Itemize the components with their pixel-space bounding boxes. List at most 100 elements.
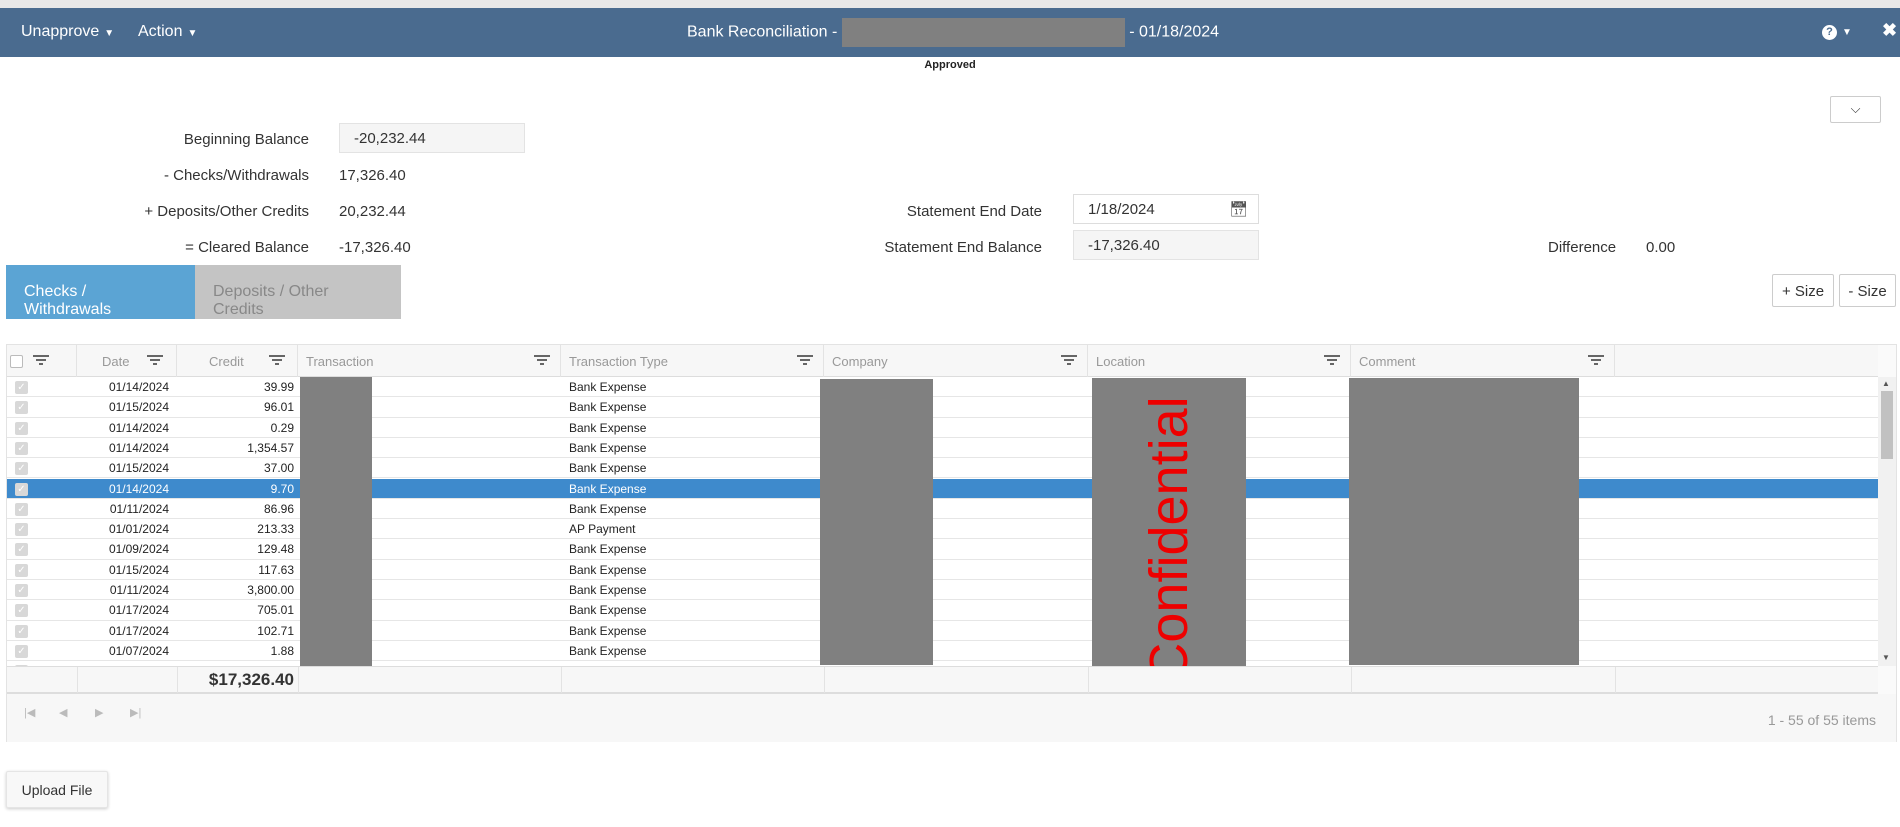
- calendar-icon[interactable]: 📅︎: [1229, 200, 1248, 218]
- transaction-type-cell: Bank Expense: [569, 542, 647, 557]
- filter-icon[interactable]: [797, 355, 813, 367]
- table-row[interactable]: ✓ 01/14/2024 0.29 Bank Expense: [7, 418, 1878, 438]
- table-row[interactable]: ✓ 01/17/2024 705.01 Bank Expense: [7, 600, 1878, 621]
- column-header-transaction[interactable]: Transaction: [298, 345, 561, 377]
- credit-cell: 705.01: [257, 603, 294, 618]
- column-header-comment[interactable]: Comment: [1351, 345, 1615, 377]
- browser-strip: [0, 0, 1900, 8]
- caret-down-icon: ▼: [104, 28, 115, 39]
- vertical-scrollbar[interactable]: ▲ ▼: [1878, 377, 1896, 666]
- date-cell: 01/07/2024: [108, 643, 169, 658]
- credit-cell: 129.48: [257, 542, 294, 557]
- table-row[interactable]: ✓ 01/14/2024 1,354.57 Bank Expense: [7, 438, 1878, 459]
- unapprove-menu[interactable]: Unapprove ▼: [21, 23, 114, 41]
- transaction-type-cell: Bank Expense: [569, 481, 647, 496]
- row-checkbox[interactable]: ✓: [15, 462, 28, 476]
- row-checkbox[interactable]: ✓: [15, 624, 28, 638]
- column-label: Company: [832, 354, 888, 369]
- redacted-company: [820, 379, 933, 665]
- expand-toggle-button[interactable]: ⌵: [1830, 96, 1881, 123]
- select-all-checkbox[interactable]: [10, 355, 23, 368]
- row-checkbox[interactable]: ✓: [15, 381, 28, 394]
- table-row[interactable]: ✓ 01/07/2024 1.88 Bank Expense: [7, 641, 1878, 662]
- scrollbar-thumb[interactable]: [1881, 391, 1893, 459]
- filter-icon[interactable]: [269, 355, 285, 367]
- column-label: Credit: [209, 354, 244, 369]
- filter-icon[interactable]: [1061, 355, 1077, 367]
- credit-cell: 39.99: [263, 380, 294, 394]
- action-menu[interactable]: Action ▼: [138, 23, 197, 41]
- column-header-company[interactable]: Company: [824, 345, 1088, 377]
- credit-cell: 102.71: [257, 623, 294, 638]
- transaction-type-cell: AP Payment: [569, 522, 636, 537]
- row-checkbox[interactable]: ✓: [15, 482, 28, 496]
- row-checkbox[interactable]: ✓: [15, 441, 28, 455]
- table-row[interactable]: ✓ 01/11/2024 86.96 Bank Expense: [7, 499, 1878, 520]
- row-checkbox[interactable]: ✓: [15, 543, 28, 557]
- close-icon[interactable]: ✖: [1882, 20, 1897, 41]
- tab-deposits-credits[interactable]: Deposits / Other Credits: [195, 265, 401, 319]
- filter-icon[interactable]: [1588, 355, 1604, 367]
- caret-down-icon: ▼: [1842, 27, 1852, 38]
- row-checkbox[interactable]: ✓: [15, 604, 28, 618]
- filter-icon[interactable]: [147, 355, 163, 367]
- table-row[interactable]: ✓ 01/11/2024 3,800.00 Bank Expense: [7, 580, 1878, 601]
- column-header-transaction-type[interactable]: Transaction Type: [561, 345, 824, 377]
- decrease-size-button[interactable]: - Size: [1839, 274, 1896, 307]
- statement-end-date-field[interactable]: 1/18/2024 📅︎: [1073, 194, 1259, 224]
- filter-icon[interactable]: [534, 355, 550, 367]
- date-cell: 01/11/2024: [109, 501, 169, 516]
- row-checkbox[interactable]: ✓: [15, 584, 28, 597]
- cleared-balance-label: = Cleared Balance: [185, 239, 309, 256]
- row-checkbox[interactable]: ✓: [15, 502, 28, 516]
- date-cell: 01/11/2024: [109, 583, 169, 597]
- table-row[interactable]: ✓ 01/15/2024 96.01 Bank Expense: [7, 397, 1878, 418]
- row-checkbox[interactable]: ✓: [15, 523, 28, 537]
- table-row[interactable]: ✓ 01/17/2024 102.71 Bank Expense: [7, 621, 1878, 641]
- table-row[interactable]: ✓ 01/15/2024 37.00 Bank Expense: [7, 458, 1878, 479]
- table-row[interactable]: ✓ 01/15/2024 117.63 Bank Expense: [7, 560, 1878, 580]
- increase-size-button[interactable]: + Size: [1772, 274, 1834, 307]
- checks-withdrawals-label: - Checks/Withdrawals: [163, 167, 309, 184]
- scroll-up-icon[interactable]: ▲: [1882, 379, 1890, 388]
- caret-down-icon: ▼: [187, 28, 198, 39]
- select-all-header: [7, 345, 77, 377]
- column-label: Date: [102, 354, 130, 369]
- top-bar: Unapprove ▼ Action ▼ Bank Reconciliation -…: [0, 8, 1900, 57]
- cleared-balance-value: -17,326.40: [339, 239, 411, 256]
- filter-icon[interactable]: [1324, 355, 1340, 367]
- statement-end-balance-field[interactable]: -17,326.40: [1073, 230, 1259, 260]
- help-menu[interactable]: ? ▼: [1822, 22, 1852, 40]
- transaction-type-cell: Bank Expense: [569, 400, 647, 415]
- credit-total: $17,326.40: [208, 670, 294, 689]
- last-page-icon[interactable]: ▶|: [130, 706, 141, 719]
- table-row[interactable]: ✓ 01/14/2024 9.70 Bank Expense: [7, 478, 1878, 499]
- beginning-balance-label: Beginning Balance: [183, 131, 309, 148]
- beginning-balance-field[interactable]: -20,232.44: [339, 123, 525, 153]
- deposits-value: 20,232.44: [339, 203, 406, 220]
- first-page-icon[interactable]: |◀: [24, 706, 35, 719]
- statement-end-date-label: Statement End Date: [906, 203, 1042, 220]
- table-row[interactable]: ✓ 01/14/2024 39.99 Bank Expense: [7, 377, 1878, 398]
- transaction-type-cell: Bank Expense: [569, 420, 647, 435]
- table-row[interactable]: ✓ 01/09/2024 129.48 Bank Expense: [7, 539, 1878, 560]
- prev-page-icon[interactable]: ◀: [59, 706, 67, 719]
- filter-icon[interactable]: [33, 355, 49, 367]
- scroll-down-icon[interactable]: ▼: [1882, 653, 1890, 662]
- row-checkbox[interactable]: ✓: [15, 401, 28, 415]
- column-header-credit[interactable]: Credit: [177, 345, 298, 377]
- row-checkbox[interactable]: ✓: [15, 644, 28, 658]
- table-row[interactable]: ✓ 01/01/2024 213.33 AP Payment: [7, 519, 1878, 540]
- row-checkbox[interactable]: ✓: [15, 563, 28, 577]
- column-header-location[interactable]: Location: [1088, 345, 1351, 377]
- upload-file-button[interactable]: Upload File: [6, 771, 108, 808]
- transaction-type-cell: Bank Expense: [569, 583, 647, 597]
- redacted-transaction: [300, 377, 372, 669]
- date-cell: 01/17/2024: [108, 623, 169, 638]
- column-header-date[interactable]: Date: [77, 345, 177, 377]
- tab-checks-withdrawals[interactable]: Checks / Withdrawals: [6, 265, 195, 319]
- next-page-icon[interactable]: ▶: [95, 706, 103, 719]
- chevron-down-icon: ⌵: [1850, 101, 1861, 116]
- row-checkbox[interactable]: ✓: [15, 421, 28, 435]
- column-label: Location: [1096, 354, 1146, 369]
